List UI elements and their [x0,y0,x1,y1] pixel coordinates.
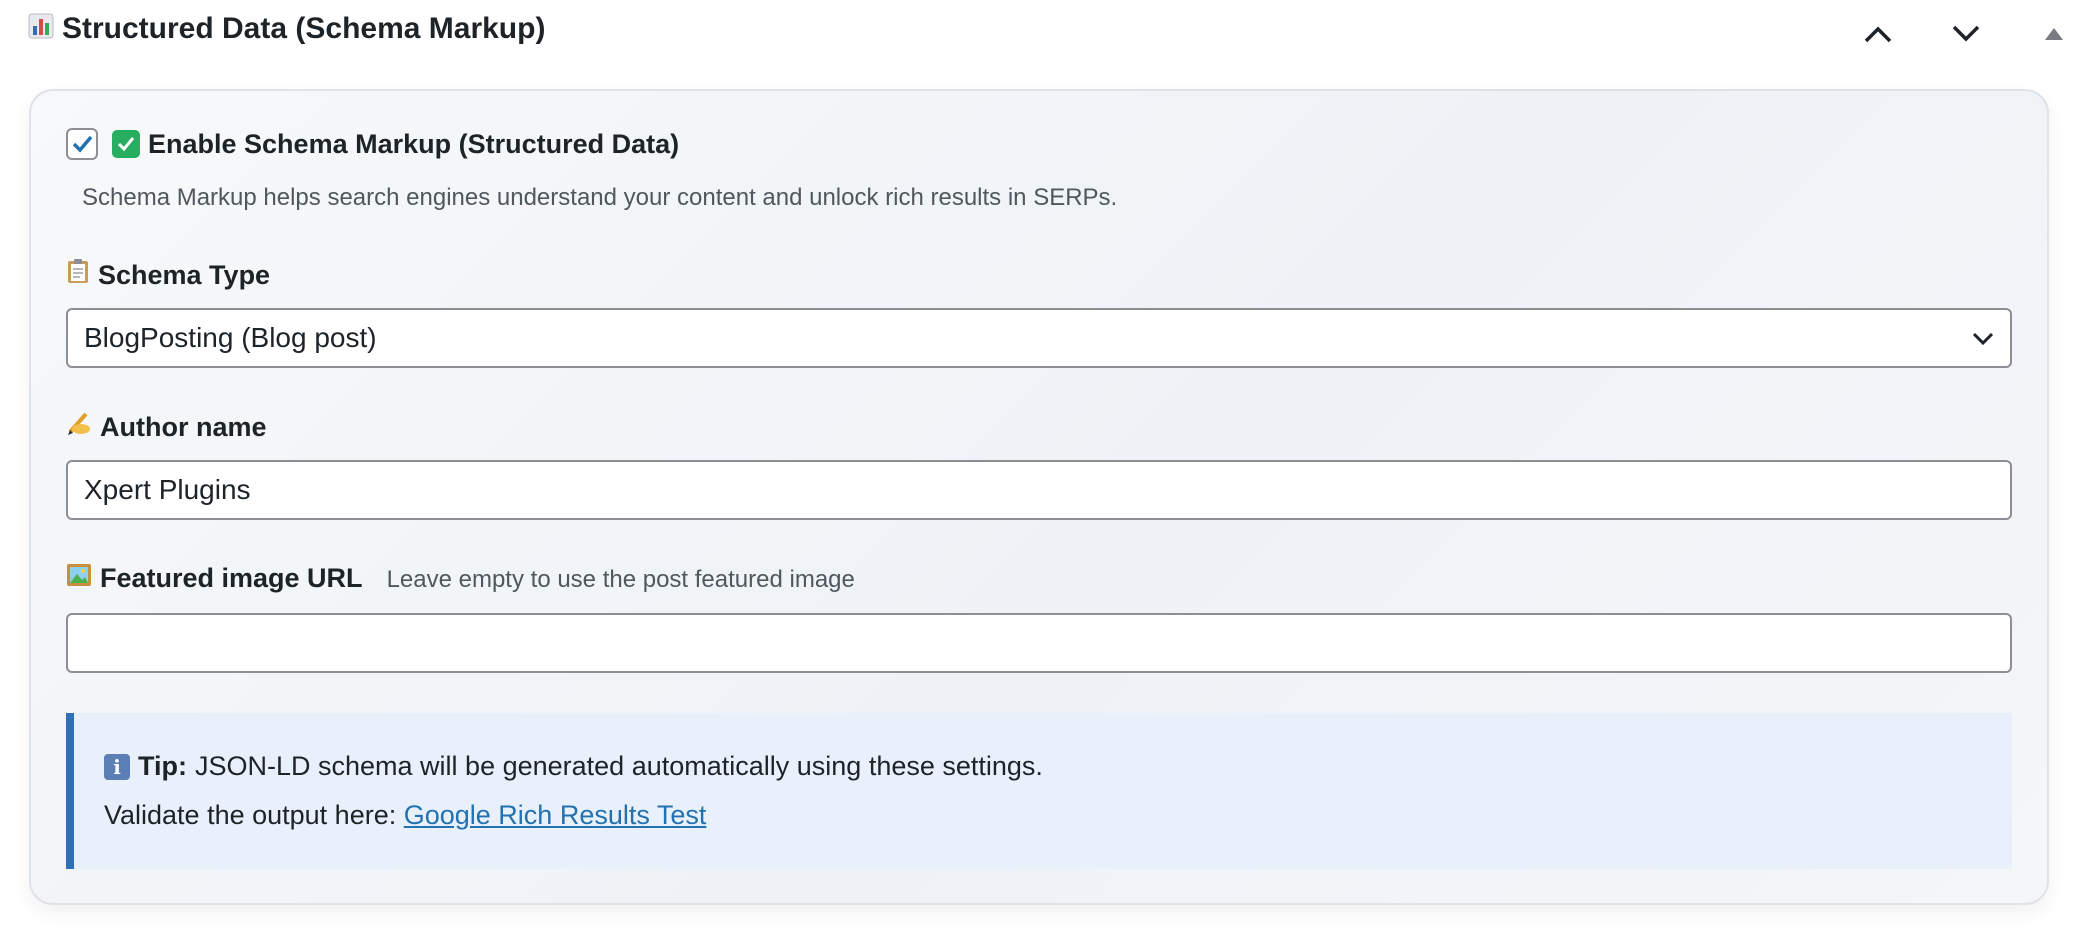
featured-image-label-text: Featured image URL [100,563,363,593]
chevron-down-icon [1972,332,1994,346]
metabox-title: Structured Data (Schema Markup) [28,12,545,46]
checkmark-icon [72,135,93,153]
author-name-label: Author name [66,410,267,443]
enable-schema-help: Schema Markup helps search engines under… [82,184,1118,211]
schema-type-value: BlogPosting (Blog post) [84,322,377,353]
featured-image-input[interactable] [66,613,2012,673]
featured-image-hint: Leave empty to use the post featured ima… [386,566,855,593]
metabox-header: Structured Data (Schema Markup) [0,0,2090,68]
enable-schema-checkbox[interactable] [66,128,98,160]
info-icon: i [104,753,130,780]
validate-line: Validate the output here: Google Rich Re… [104,800,706,831]
triangle-up-icon [2045,28,2063,40]
check-mark-button-icon [112,130,140,158]
enable-schema-row: Enable Schema Markup (Structured Data) [66,128,679,160]
move-up-button[interactable] [1856,12,1900,56]
tip-line: i Tip: JSON-LD schema will be generated … [104,751,1043,782]
enable-schema-label-text: Enable Schema Markup (Structured Data) [148,128,680,159]
google-rich-results-link[interactable]: Google Rich Results Test [404,800,707,830]
tip-strong: Tip: [138,751,187,781]
metabox-title-text: Structured Data (Schema Markup) [62,12,546,45]
schema-type-label-text: Schema Type [98,260,271,290]
enable-schema-label[interactable]: Enable Schema Markup (Structured Data) [112,129,679,160]
writing-hand-icon [66,410,92,443]
featured-image-label: Featured image URL Leave empty to use th… [66,563,855,594]
clipboard-icon [66,258,90,291]
framed-picture-icon [66,563,92,594]
author-name-label-text: Author name [100,412,267,442]
schema-type-select[interactable]: BlogPosting (Blog post) [66,308,2012,368]
schema-type-label: Schema Type [66,258,270,291]
toggle-panel-button[interactable] [2032,12,2076,56]
author-name-input[interactable]: Xpert Plugins [66,460,2012,520]
chevron-up-icon [1864,26,1892,43]
tip-notice: i Tip: JSON-LD schema will be generated … [66,713,2012,869]
tip-text: JSON-LD schema will be generated automat… [195,751,1043,781]
author-name-value: Xpert Plugins [84,474,251,505]
validate-text: Validate the output here: [104,800,397,830]
move-down-button[interactable] [1944,12,1988,56]
bar-chart-icon [28,13,54,46]
chevron-down-icon [1952,25,1980,42]
